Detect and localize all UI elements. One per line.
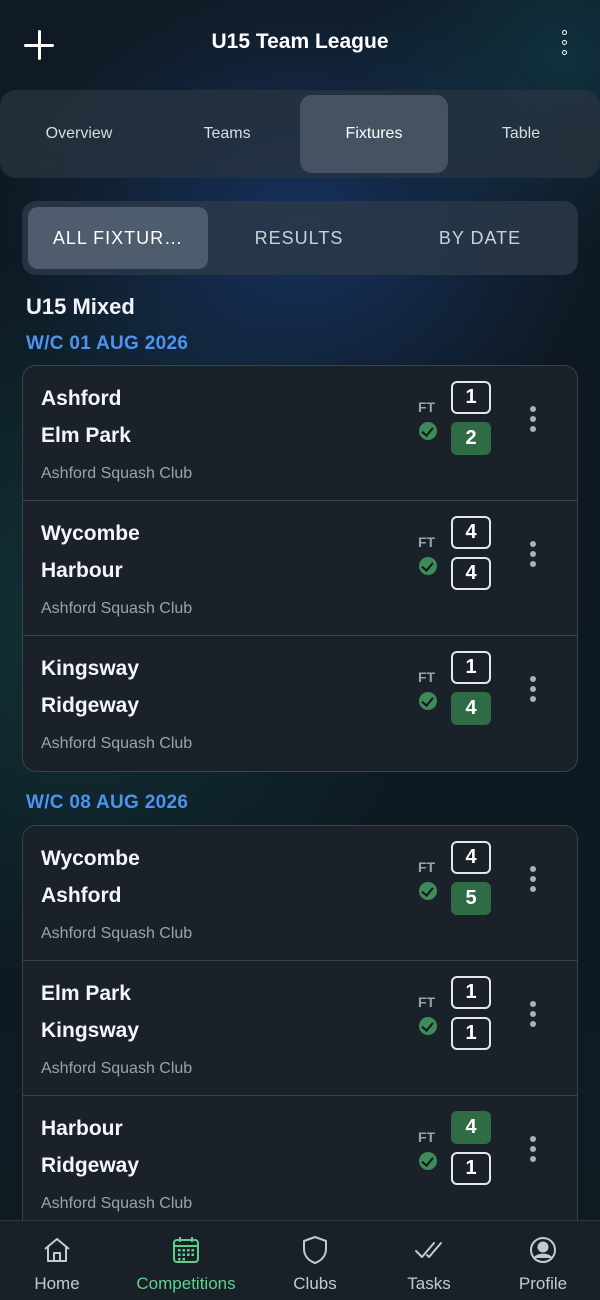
away-team: Elm Park [41, 424, 131, 447]
section-title: U15 Mixed [26, 294, 135, 319]
nav-profile[interactable]: Profile [483, 1221, 600, 1300]
home-team: Kingsway [41, 657, 140, 680]
fixture-menu-button[interactable] [523, 676, 543, 706]
away-score: 5 [451, 882, 491, 915]
home-team: Elm Park [41, 982, 131, 1005]
venue: Ashford Squash Club [41, 1195, 193, 1212]
home-score: 4 [451, 516, 491, 549]
tab-table[interactable]: Table [447, 95, 595, 173]
tab-fixtures[interactable]: Fixtures [300, 95, 448, 173]
home-score: 1 [451, 651, 491, 684]
fixture-row[interactable]: Harbour Ridgeway Ashford Squash Club FT … [23, 1096, 577, 1231]
home-team: Wycombe [41, 847, 140, 870]
bottom-navigation: Home Competitions Clubs Tasks Profile [0, 1220, 600, 1300]
away-score: 1 [451, 1152, 491, 1185]
nav-label: Clubs [293, 1274, 337, 1293]
check-icon [419, 882, 437, 900]
tab-overview[interactable]: Overview [5, 95, 153, 173]
more-vertical-icon [523, 866, 543, 892]
fixtures-card: Ashford Elm Park Ashford Squash Club FT … [22, 365, 578, 772]
fixture-menu-button[interactable] [523, 406, 543, 436]
nav-label: Competitions [136, 1274, 236, 1293]
fixture-menu-button[interactable] [523, 1136, 543, 1166]
filter-results[interactable]: RESULTS [209, 207, 389, 269]
home-score: 4 [451, 1111, 491, 1144]
away-team: Kingsway [41, 1019, 140, 1042]
away-score: 4 [451, 557, 491, 590]
week-heading: W/C 08 AUG 2026 [26, 792, 189, 813]
away-team: Harbour [41, 559, 123, 582]
filter-by-date[interactable]: BY DATE [390, 207, 570, 269]
check-icon [419, 1152, 437, 1170]
more-vertical-icon [552, 26, 576, 55]
fixture-menu-button[interactable] [523, 866, 543, 896]
away-score: 2 [451, 422, 491, 455]
nav-home[interactable]: Home [0, 1221, 117, 1300]
week-heading: W/C 01 AUG 2026 [26, 333, 189, 354]
venue: Ashford Squash Club [41, 465, 193, 482]
match-status: FT [418, 859, 436, 875]
fixtures-card: Wycombe Ashford Ashford Squash Club FT 4… [22, 825, 578, 1232]
fixture-row[interactable]: Elm Park Kingsway Ashford Squash Club FT… [23, 961, 577, 1096]
fixture-row[interactable]: Ashford Elm Park Ashford Squash Club FT … [23, 366, 577, 501]
away-team: Ridgeway [41, 1154, 140, 1177]
match-status: FT [418, 669, 436, 685]
venue: Ashford Squash Club [41, 600, 193, 617]
more-vertical-icon [523, 1136, 543, 1162]
check-icon [419, 557, 437, 575]
home-score: 1 [451, 976, 491, 1009]
match-status: FT [418, 399, 436, 415]
nav-clubs[interactable]: Clubs [255, 1221, 375, 1300]
fixture-row[interactable]: Wycombe Ashford Ashford Squash Club FT 4… [23, 826, 577, 961]
home-team: Wycombe [41, 522, 140, 545]
more-vertical-icon [523, 1001, 543, 1027]
venue: Ashford Squash Club [41, 735, 193, 752]
nav-competitions[interactable]: Competitions [126, 1221, 246, 1300]
match-status: FT [418, 534, 436, 550]
fixture-filter: ALL FIXTUR… RESULTS BY DATE [22, 201, 578, 275]
nav-label: Tasks [407, 1274, 451, 1293]
fixture-menu-button[interactable] [523, 541, 543, 571]
home-team: Ashford [41, 387, 122, 410]
fixture-row[interactable]: Wycombe Harbour Ashford Squash Club FT 4… [23, 501, 577, 636]
away-team: Ashford [41, 884, 122, 907]
profile-icon [530, 1237, 556, 1263]
check-icon [419, 1017, 437, 1035]
nav-tasks[interactable]: Tasks [369, 1221, 489, 1300]
shield-icon [303, 1236, 327, 1264]
home-icon [44, 1238, 70, 1262]
match-status: FT [418, 1129, 436, 1145]
away-team: Ridgeway [41, 694, 140, 717]
home-score: 1 [451, 381, 491, 414]
calendar-icon [173, 1237, 199, 1263]
more-options-button[interactable] [552, 26, 576, 66]
competition-tabs: Overview Teams Fixtures Table [0, 90, 600, 178]
check-icon [419, 422, 437, 440]
venue: Ashford Squash Club [41, 925, 193, 942]
away-score: 4 [451, 692, 491, 725]
app: U15 Team League Overview Teams Fixtures … [0, 0, 600, 1300]
home-score: 4 [451, 841, 491, 874]
nav-label: Profile [518, 1274, 568, 1293]
app-header: U15 Team League [0, 0, 600, 90]
tab-teams[interactable]: Teams [153, 95, 301, 173]
check-icon [419, 692, 437, 710]
more-vertical-icon [523, 406, 543, 432]
nav-label: Home [34, 1274, 80, 1293]
more-vertical-icon [523, 676, 543, 702]
page-title: U15 Team League [211, 30, 389, 53]
away-score: 1 [451, 1017, 491, 1050]
fixture-menu-button[interactable] [523, 1001, 543, 1031]
filter-all-fixtures[interactable]: ALL FIXTUR… [28, 207, 208, 269]
fixture-row[interactable]: Kingsway Ridgeway Ashford Squash Club FT… [23, 636, 577, 771]
more-vertical-icon [523, 541, 543, 567]
home-team: Harbour [41, 1117, 123, 1140]
double-check-icon [415, 1242, 442, 1258]
venue: Ashford Squash Club [41, 1060, 193, 1077]
match-status: FT [418, 994, 436, 1010]
